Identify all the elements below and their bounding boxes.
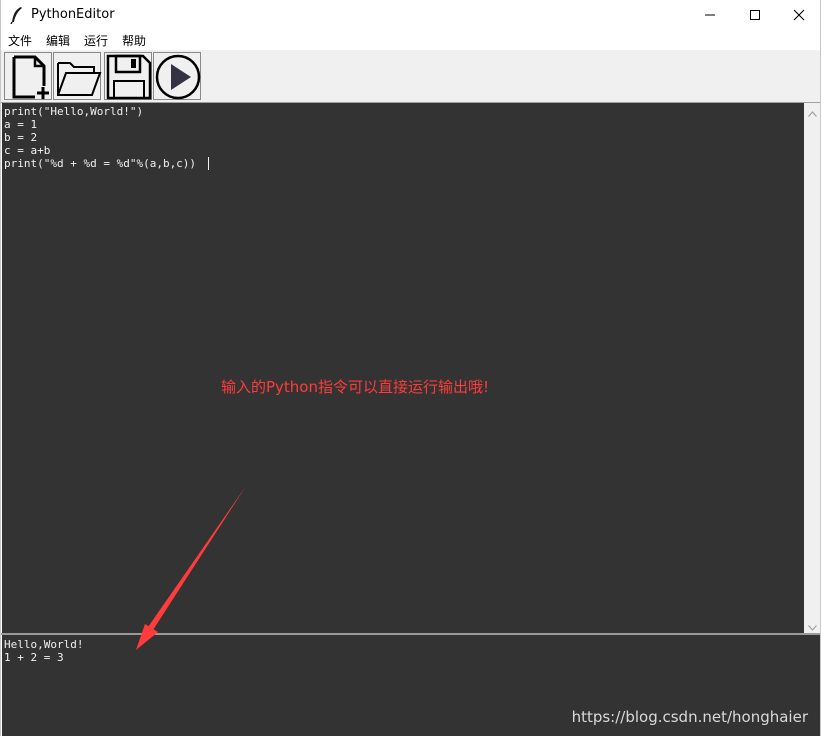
maximize-button[interactable] (732, 0, 778, 30)
maximize-icon (749, 9, 761, 21)
open-folder-button[interactable] (53, 52, 102, 100)
menu-bar: 文件 编辑 运行 帮助 (1, 30, 820, 50)
output-line: Hello,World! (4, 638, 84, 651)
output-line: 1 + 2 = 3 (4, 651, 64, 664)
title-bar[interactable]: PythonEditor (1, 0, 820, 30)
scroll-down-button[interactable] (804, 617, 820, 633)
menu-edit[interactable]: 编辑 (46, 32, 70, 49)
minimize-button[interactable] (687, 0, 733, 30)
menu-file[interactable]: 文件 (8, 32, 32, 49)
menu-run[interactable]: 运行 (84, 32, 108, 49)
minimize-icon (704, 9, 716, 21)
code-line: c = a+b (4, 144, 51, 157)
code-line: print("%d + %d = %d"%(a,b,c)) (4, 157, 197, 170)
chevron-up-icon (807, 102, 817, 121)
scroll-up-button[interactable] (804, 103, 820, 119)
close-icon (793, 9, 805, 21)
code-line: b = 2 (4, 131, 38, 144)
save-button[interactable] (104, 52, 152, 100)
run-button[interactable] (153, 52, 201, 100)
editor-scrollbar[interactable] (804, 103, 820, 633)
new-file-button[interactable] (4, 52, 52, 100)
chevron-down-icon (807, 616, 817, 635)
code-line: a = 1 (4, 118, 38, 131)
annotation-text: 输入的Python指令可以直接运行输出哦! (221, 378, 490, 396)
menu-help[interactable]: 帮助 (122, 32, 146, 49)
window-title: PythonEditor (31, 7, 115, 22)
code-editor[interactable]: print("Hello,World!") a = 1 b = 2 c = a+… (2, 103, 804, 633)
toolbar (1, 50, 820, 103)
text-caret (208, 157, 209, 170)
close-button[interactable] (776, 0, 820, 30)
code-line: print("Hello,World!") (4, 105, 144, 118)
feather-icon (9, 6, 25, 25)
python-editor-window: PythonEditor 文件 编辑 运行 帮助 print("Hello,Wo… (0, 0, 821, 736)
watermark: https://blog.csdn.net/honghaier (571, 708, 808, 726)
output-console: Hello,World! 1 + 2 = 3 https://blog.csdn… (2, 635, 820, 736)
